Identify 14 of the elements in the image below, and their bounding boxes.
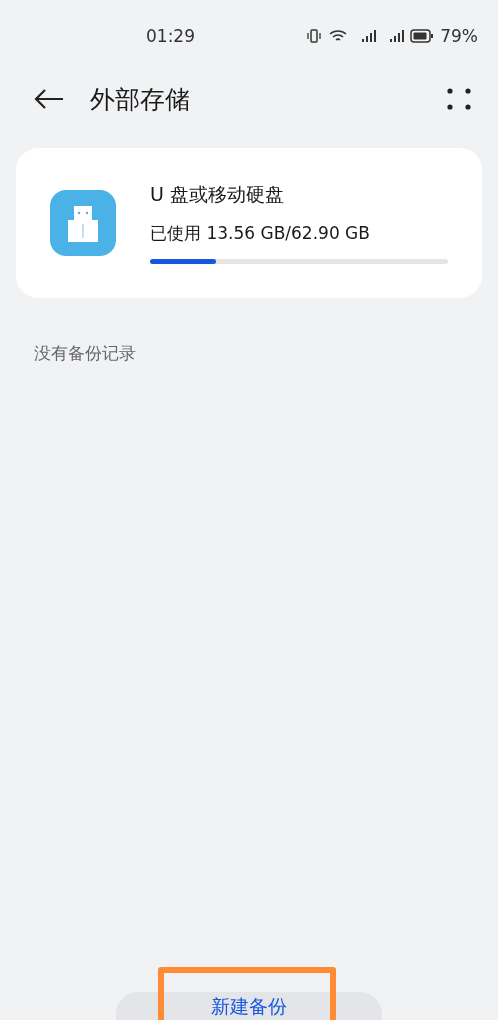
back-arrow-icon[interactable] xyxy=(34,88,64,110)
status-time: 01:29 xyxy=(146,26,196,46)
more-icon[interactable] xyxy=(446,87,472,111)
vibrate-icon xyxy=(306,29,323,43)
new-backup-button[interactable]: 新建备份 xyxy=(116,992,382,1020)
usb-drive-icon xyxy=(50,190,116,256)
device-name: U 盘或移动硬盘 xyxy=(150,182,285,207)
page-title: 外部存储 xyxy=(90,83,191,116)
storage-card[interactable]: U 盘或移动硬盘 已使用 13.56 GB/62.90 GB xyxy=(16,148,482,298)
battery-icon xyxy=(410,29,435,43)
wifi-icon xyxy=(328,29,349,43)
battery-percent: 79% xyxy=(440,26,478,46)
storage-usage: 已使用 13.56 GB/62.90 GB xyxy=(150,222,371,245)
empty-message: 没有备份记录 xyxy=(34,342,137,365)
